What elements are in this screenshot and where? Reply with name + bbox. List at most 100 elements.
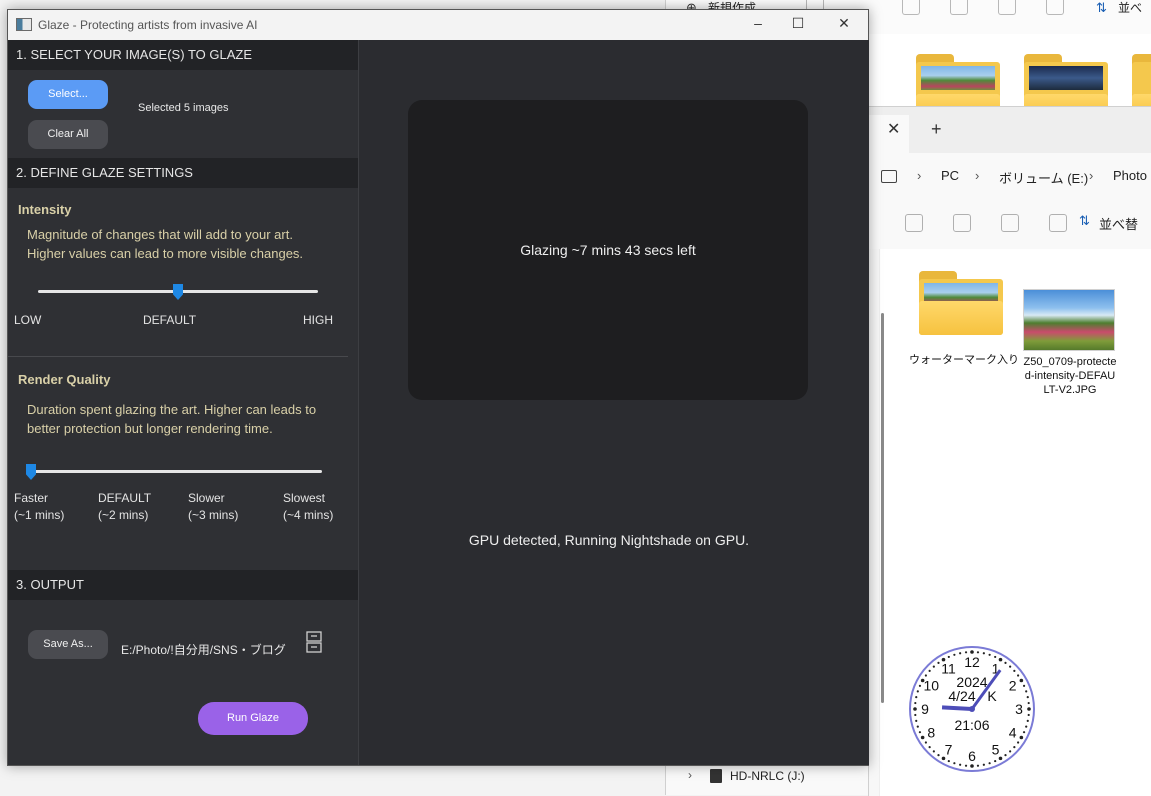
clock-minute-dot: [914, 701, 917, 705]
selected-count: Selected 5 images: [138, 102, 229, 114]
breadcrumb-pc[interactable]: PC: [941, 168, 959, 183]
clock-minute-dot: [1004, 754, 1007, 757]
clock-minute-dot: [1025, 690, 1028, 693]
clear-all-button[interactable]: Clear All: [28, 120, 108, 149]
preview-box: Glazing ~7 mins 43 secs left: [408, 100, 808, 400]
delete-icon[interactable]: [1046, 0, 1064, 15]
render-slider-thumb[interactable]: [26, 464, 36, 480]
clock-minute-dot: [1017, 674, 1020, 677]
clock-minute-dot: [970, 764, 974, 768]
clock-minute-dot: [913, 707, 917, 711]
clock-minute-dot: [947, 759, 950, 763]
close-tab-icon[interactable]: ✕: [887, 119, 900, 139]
clock-minute-dot: [947, 655, 950, 659]
clock-minute-dot: [953, 762, 956, 765]
save-as-button[interactable]: Save As...: [28, 630, 108, 659]
explorer-tab-bar: ✕ +: [869, 107, 1151, 153]
clock-minute-dot: [988, 653, 991, 656]
intensity-heading: Intensity: [18, 202, 72, 217]
chevron-right-icon: ›: [975, 168, 980, 183]
address-bar[interactable]: › PC › ボリューム (E:) › Photo: [869, 153, 1151, 200]
clock-number: 5: [992, 742, 1000, 758]
clock-digital-time: 21:06: [954, 717, 989, 733]
clock-minute-dot: [1019, 735, 1024, 740]
clock-date: 4/24: [948, 688, 975, 704]
clock-minute-dot: [988, 762, 991, 765]
new-tab-icon[interactable]: +: [931, 119, 942, 140]
clock-minute-dot: [976, 764, 980, 767]
delete-icon[interactable]: [1049, 214, 1067, 232]
output-path: E:/Photo/!自分用/SNS・ブログ: [121, 643, 286, 657]
clock-minute-dot: [1026, 696, 1029, 699]
breadcrumb-volume[interactable]: ボリューム (E:): [999, 168, 1088, 187]
image-thumbnail[interactable]: [1023, 289, 1115, 351]
copy-icon[interactable]: [905, 214, 923, 232]
sort-icon[interactable]: ⇅: [1096, 0, 1107, 16]
clock-minute-dot: [1022, 684, 1026, 687]
clock-minute-dot: [1027, 713, 1030, 717]
clock-number: 4: [1009, 725, 1017, 741]
clock-center: [969, 706, 975, 712]
scrollbar[interactable]: [881, 313, 884, 703]
section-select-header: 1. SELECT YOUR IMAGE(S) TO GLAZE: [8, 40, 358, 70]
clock-minute-dot: [964, 764, 968, 767]
clock-minute-dot: [918, 731, 922, 734]
close-button[interactable]: ✕: [834, 15, 854, 32]
clock-number: 2: [1009, 678, 1017, 694]
clock-minute-dot: [928, 746, 931, 749]
clock-minute-dot: [937, 754, 940, 757]
clock-minute-dot: [1017, 741, 1020, 744]
title-bar[interactable]: Glaze - Protecting artists from invasive…: [8, 10, 868, 40]
clock-minute-dot: [1026, 719, 1029, 722]
clock-minute-dot: [915, 696, 918, 699]
clock-number: 6: [968, 748, 976, 764]
window-title: Glaze - Protecting artists from invasive…: [38, 18, 258, 32]
clock-number: 3: [1015, 701, 1023, 717]
clock-minute-dot: [1022, 731, 1026, 734]
folder-browse-icon[interactable]: [306, 630, 322, 654]
clock-minute-dot: [1025, 725, 1028, 728]
file-label[interactable]: Z50_0709-protected-intensity-DEFAULT-V2.…: [1023, 355, 1117, 397]
clock-minute-dot: [1027, 701, 1030, 705]
minimize-button[interactable]: –: [748, 15, 768, 31]
intensity-tick-low: LOW: [14, 313, 42, 327]
copy-icon[interactable]: [902, 0, 920, 15]
clock-number: 8: [927, 725, 935, 741]
share-icon[interactable]: [998, 0, 1016, 15]
section-output-header: 3. OUTPUT: [8, 570, 358, 600]
clock-minute-dot: [994, 759, 997, 763]
clock-minute-dot: [932, 665, 935, 668]
run-glaze-button[interactable]: Run Glaze: [198, 702, 308, 735]
render-tick-slowest: Slowest (~4 mins): [283, 491, 334, 522]
intensity-tick-default: DEFAULT: [143, 313, 197, 327]
sort-button[interactable]: 並べ: [1118, 0, 1142, 16]
maximize-button[interactable]: ☐: [788, 15, 808, 32]
intensity-description-line2: Higher values can lead to more visible c…: [27, 246, 304, 261]
folder-icon[interactable]: [919, 271, 1003, 335]
folder-label[interactable]: ウォーターマーク入り: [909, 353, 1019, 367]
drive-label: HD-NRLC (J:): [730, 769, 805, 783]
sort-icon[interactable]: ⇅: [1079, 213, 1090, 229]
clock-minute-dot: [920, 735, 925, 740]
app-icon: [16, 18, 32, 31]
clock-minute-dot: [932, 750, 935, 753]
breadcrumb-photo[interactable]: Photo: [1113, 168, 1147, 183]
sort-button[interactable]: 並べ替: [1099, 214, 1138, 233]
intensity-slider-thumb[interactable]: [173, 284, 183, 300]
select-button[interactable]: Select...: [28, 80, 108, 109]
settings-pane: 1. SELECT YOUR IMAGE(S) TO GLAZE Select.…: [8, 40, 358, 765]
drive-row[interactable]: › HD-NRLC (J:): [666, 762, 866, 792]
chevron-right-icon: ›: [1089, 168, 1094, 183]
share-icon[interactable]: [1001, 214, 1019, 232]
drive-icon: [710, 769, 722, 783]
rename-icon[interactable]: [950, 0, 968, 15]
render-slider-track[interactable]: [26, 470, 322, 473]
render-tick-default: DEFAULT (~2 mins): [98, 491, 152, 522]
clock-number: 12: [964, 654, 980, 670]
chevron-right-icon[interactable]: ›: [688, 768, 692, 782]
clock-minute-dot: [916, 690, 919, 693]
rename-icon[interactable]: [953, 214, 971, 232]
clock-minute-dot: [994, 655, 997, 659]
clock-number: 7: [945, 742, 953, 758]
clock-number: 9: [921, 701, 929, 717]
